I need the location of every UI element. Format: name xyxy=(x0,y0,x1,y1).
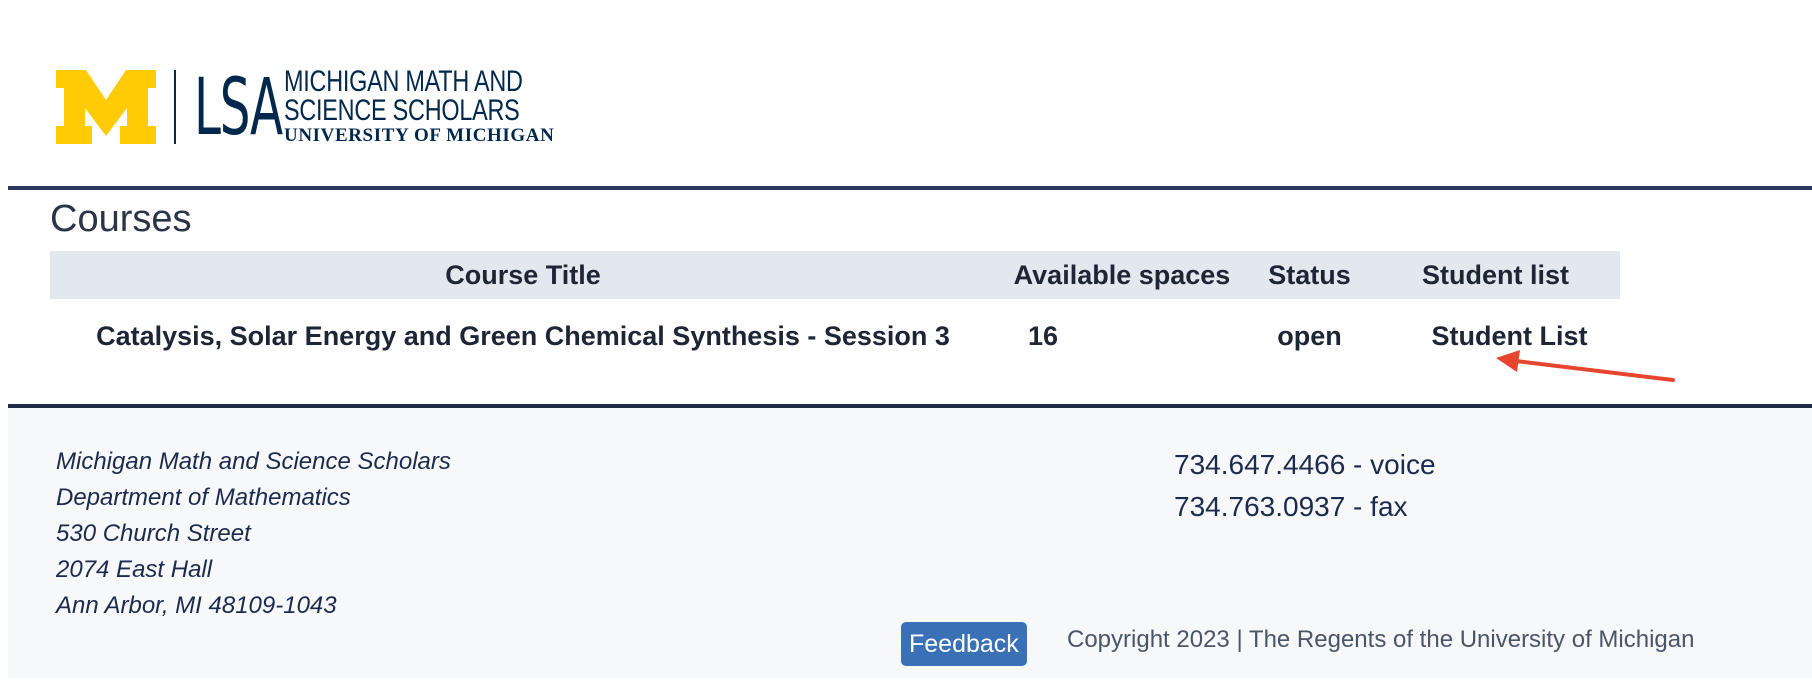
footer-address: Michigan Math and Science Scholars Depar… xyxy=(56,444,451,624)
lsa-wordmark: LSA xyxy=(194,63,283,153)
lsa-logo[interactable]: LSA MICHIGAN MATH AND SCIENCE SCHOLARS U… xyxy=(56,64,590,150)
address-line: 2074 East Hall xyxy=(56,556,213,583)
block-m-logo-icon xyxy=(56,70,156,144)
feedback-button[interactable]: Feedback xyxy=(901,622,1027,666)
header-divider xyxy=(8,186,1812,190)
table-header-row: Course Title Available spaces Status Stu… xyxy=(50,251,1620,299)
course-title-cell: Catalysis, Solar Energy and Green Chemic… xyxy=(96,320,950,351)
logo-text: MICHIGAN MATH AND SCIENCE SCHOLARS UNIVE… xyxy=(284,67,590,147)
phone-voice: 734.647.4466 - voice xyxy=(1174,449,1436,480)
available-spaces-cell: 16 xyxy=(1028,320,1059,351)
copyright-text: Copyright 2023 | The Regents of the Univ… xyxy=(1067,626,1695,653)
column-header-course-title: Course Title xyxy=(445,259,601,290)
phone-fax: 734.763.0937 - fax xyxy=(1174,491,1408,522)
logo-divider xyxy=(174,70,176,144)
student-list-link[interactable]: Student List xyxy=(1432,321,1588,351)
column-header-student-list: Student list xyxy=(1422,259,1569,290)
address-line: Michigan Math and Science Scholars xyxy=(56,448,451,475)
logo-line-2: SCIENCE SCHOLARS xyxy=(284,94,520,127)
address-line: Ann Arbor, MI 48109-1043 xyxy=(56,592,337,619)
address-line: 530 Church Street xyxy=(56,520,251,547)
address-line: Department of Mathematics xyxy=(56,484,351,511)
site-footer: Michigan Math and Science Scholars Depar… xyxy=(8,408,1812,678)
status-cell: open xyxy=(1277,320,1342,351)
courses-table: Course Title Available spaces Status Stu… xyxy=(50,251,1620,373)
page-title: Courses xyxy=(50,198,192,240)
site-header: LSA MICHIGAN MATH AND SCIENCE SCHOLARS U… xyxy=(0,0,1812,188)
footer-contact: 734.647.4466 - voice 734.763.0937 - fax xyxy=(1174,444,1436,528)
column-header-status: Status xyxy=(1268,259,1351,290)
logo-line-1: MICHIGAN MATH AND xyxy=(284,65,523,98)
logo-line-3: UNIVERSITY OF MICHIGAN xyxy=(284,125,555,146)
column-header-available-spaces: Available spaces xyxy=(1013,259,1231,290)
annotation-arrow-icon xyxy=(1496,350,1675,382)
table-row: Catalysis, Solar Energy and Green Chemic… xyxy=(50,299,1620,373)
